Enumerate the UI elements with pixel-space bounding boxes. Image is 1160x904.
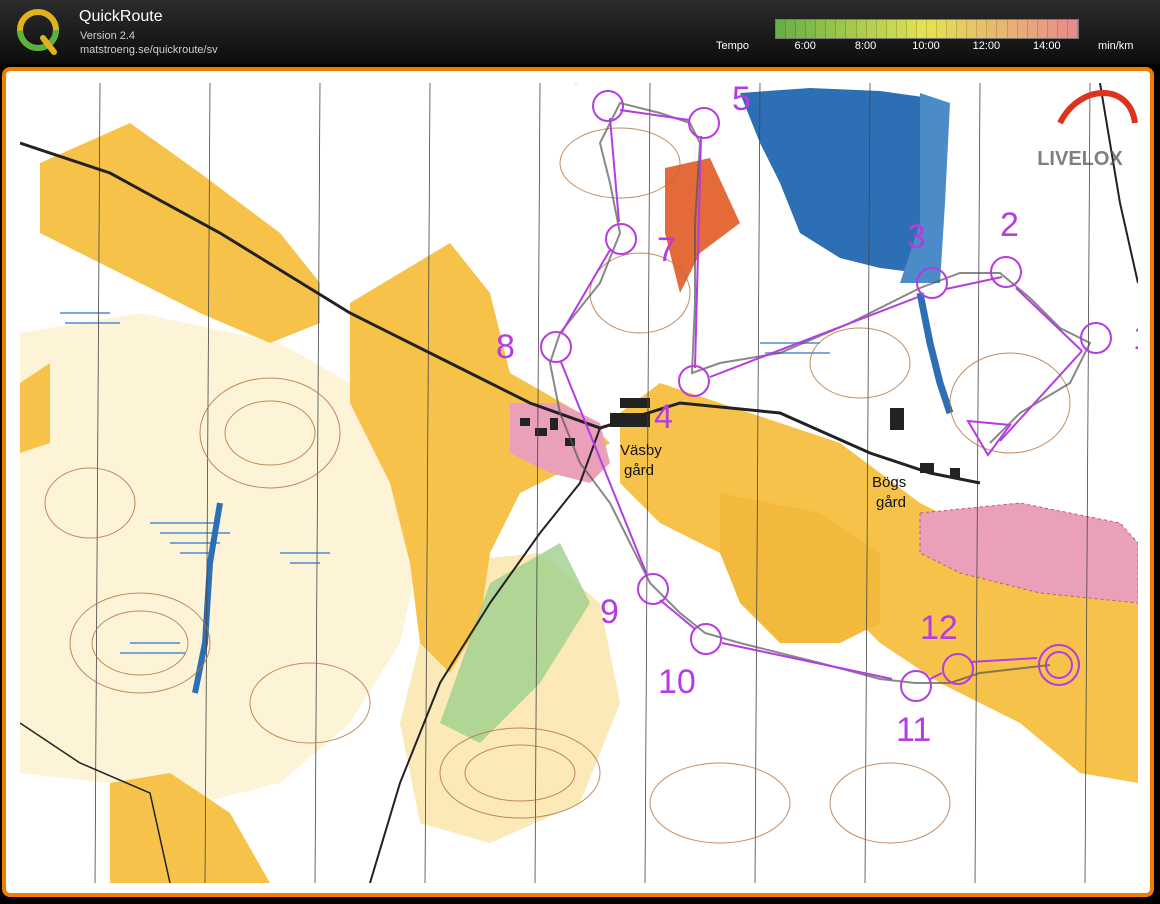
tempo-scale-segment — [826, 20, 837, 38]
app-version: Version 2.4 — [80, 30, 136, 42]
app-title: QuickRoute — [79, 8, 163, 25]
tempo-unit: min/km — [1098, 40, 1134, 52]
tempo-scale-segment — [896, 20, 907, 38]
tempo-scale-segment — [796, 20, 807, 38]
tempo-scale-segment — [1067, 20, 1078, 38]
tempo-scale-segment — [1027, 20, 1038, 38]
tempo-scale-segment — [1007, 20, 1018, 38]
place-label: gård — [876, 494, 906, 511]
tempo-scale-segment — [967, 20, 978, 38]
quickroute-logo-icon — [17, 9, 59, 55]
tempo-scale-segment — [997, 20, 1008, 38]
svg-text:LIVELOX: LIVELOX — [1037, 148, 1123, 170]
tempo-scale-segment — [916, 20, 927, 38]
place-label: Väsby — [620, 442, 662, 459]
tempo-scale-segment — [1037, 20, 1048, 38]
control-7-label: 7 — [657, 231, 676, 269]
tempo-tick-label: 10:00 — [912, 40, 940, 52]
tempo-scale-segment — [927, 20, 938, 38]
place-label: gård — [624, 462, 654, 479]
tempo-tick-label: 12:00 — [972, 40, 1001, 52]
control-11-label: 11 — [896, 711, 931, 749]
app-url[interactable]: matstroeng.se/quickroute/sv — [80, 44, 218, 56]
tempo-scale-segment — [836, 20, 847, 38]
app-header: QuickRoute Version 2.4 matstroeng.se/qui… — [0, 0, 1160, 64]
tempo-scale-segment — [886, 20, 897, 38]
control-6-label: 6 — [566, 83, 585, 91]
control-12-label: 12 — [920, 609, 958, 647]
control-1-label: 1 — [1133, 319, 1138, 357]
tempo-color-scale — [775, 19, 1079, 39]
tempo-scale-segment — [906, 20, 917, 38]
orienteering-map[interactable]: LIVELOX Väsby gård Bögs gård 2 3 4 5 7 8… — [20, 83, 1138, 883]
control-4-label: 4 — [654, 398, 673, 436]
tempo-tick-label: 6:00 — [794, 40, 816, 52]
tempo-scale-segment — [947, 20, 958, 38]
tempo-scale-segment — [846, 20, 857, 38]
control-5-label: 5 — [732, 83, 751, 118]
tempo-scale-segment — [1017, 20, 1028, 38]
tempo-scale-segment — [866, 20, 877, 38]
control-8-label: 8 — [496, 328, 515, 366]
tempo-label: Tempo — [716, 40, 750, 52]
tempo-tick-label: 14:00 — [1033, 40, 1061, 52]
tempo-scale-segment — [876, 20, 887, 38]
tempo-scale-segment — [786, 20, 797, 38]
tempo-scale-segment — [957, 20, 968, 38]
tempo-scale-segment — [977, 20, 988, 38]
tempo-scale-segment — [1047, 20, 1058, 38]
tempo-scale-segment — [1057, 20, 1068, 38]
tempo-scale-segment — [776, 20, 787, 38]
tempo-scale-segment — [856, 20, 867, 38]
tempo-scale-segment — [987, 20, 998, 38]
control-9-label: 9 — [600, 593, 619, 631]
tempo-ticks: 6:00 8:00 10:00 12:00 14:00 — [775, 40, 1077, 54]
control-10-label: 10 — [658, 663, 696, 701]
tempo-scale-segment — [937, 20, 948, 38]
tempo-tick-label: 8:00 — [854, 40, 877, 52]
tempo-scale-segment — [816, 20, 827, 38]
control-2-label: 2 — [1000, 206, 1019, 244]
control-3-label: 3 — [907, 218, 926, 256]
map-frame: LIVELOX Väsby gård Bögs gård 2 3 4 5 7 8… — [2, 67, 1154, 897]
tempo-scale-segment — [806, 20, 817, 38]
place-label: Bögs — [872, 474, 906, 491]
